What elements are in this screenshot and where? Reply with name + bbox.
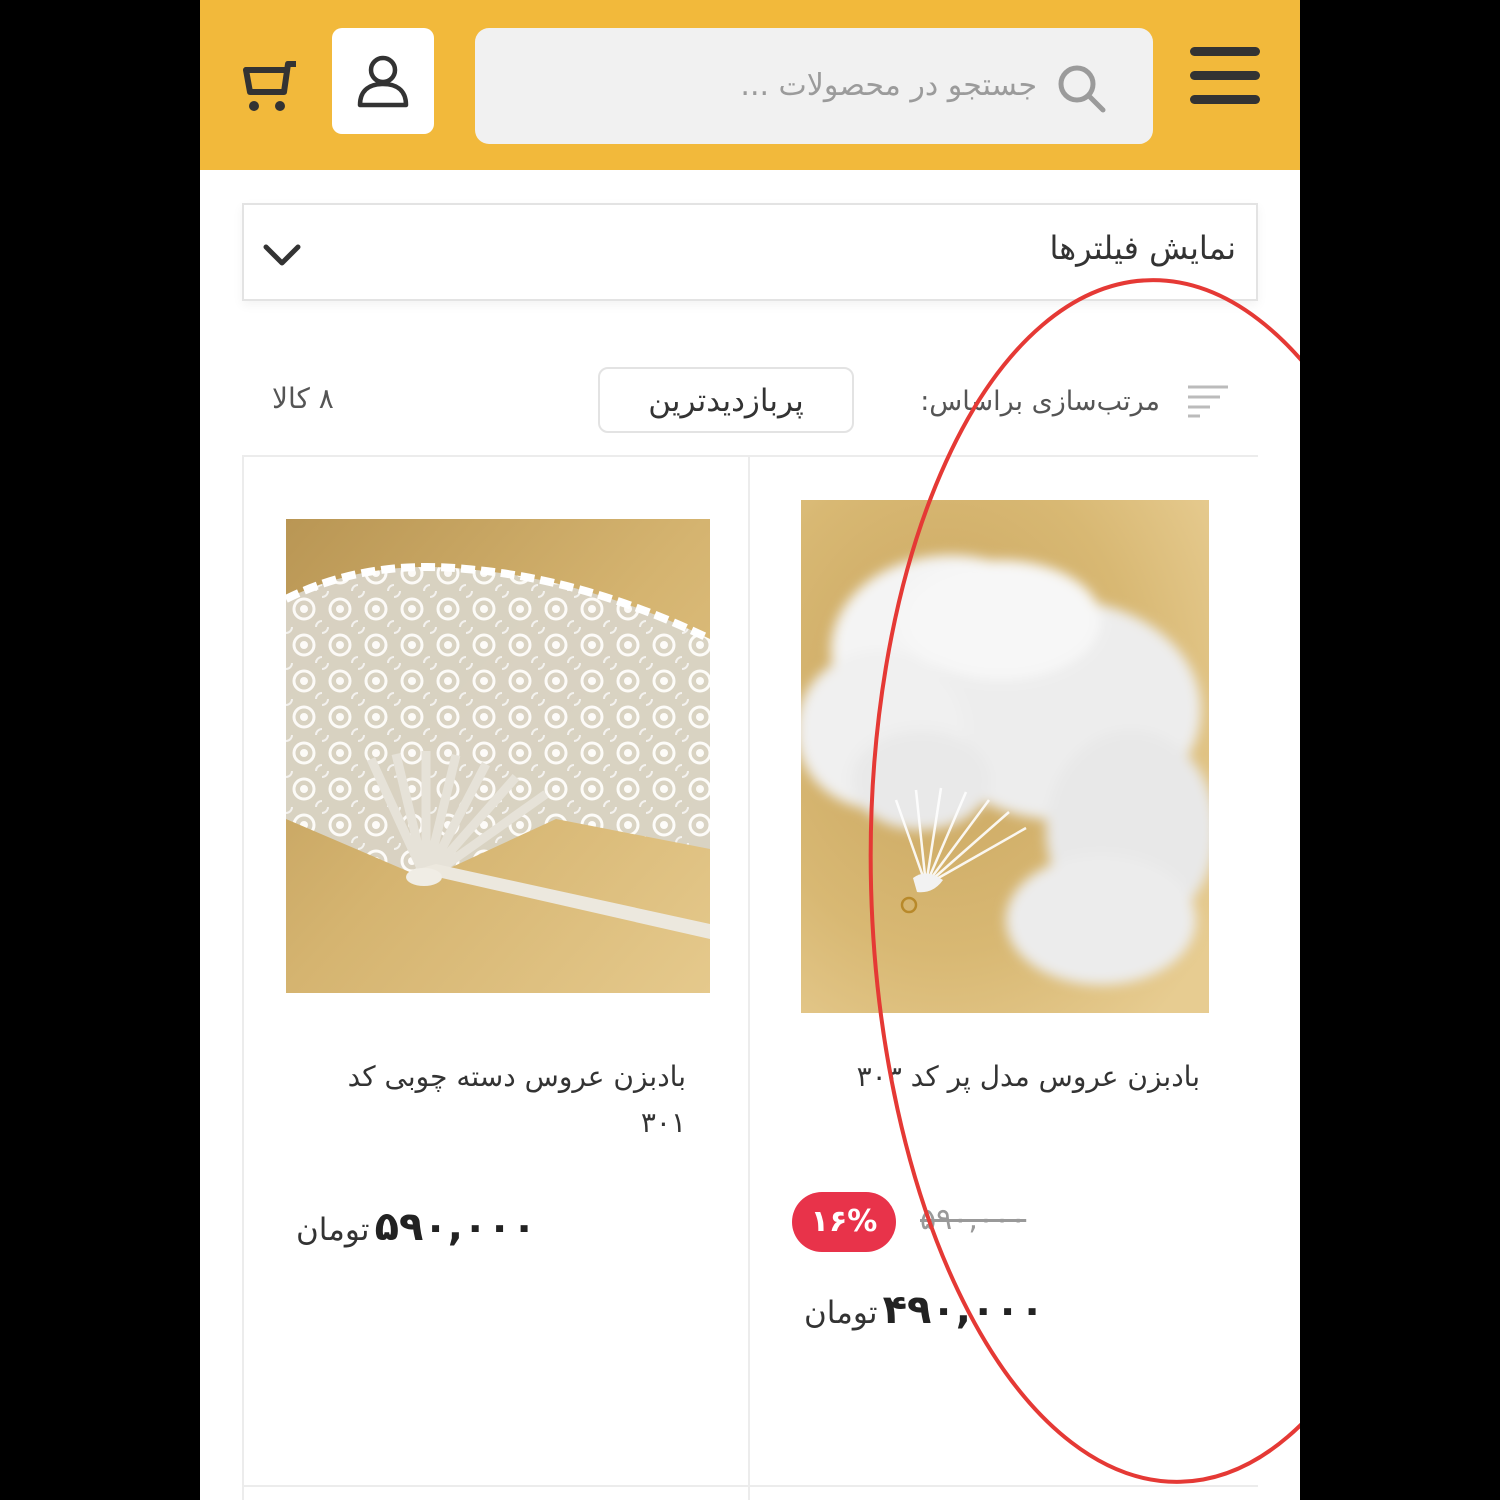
sort-label: مرتب‌سازی براساس: (920, 386, 1160, 417)
product-title[interactable]: بادبزن عروس دسته چوبی کد ۳۰۱ (306, 1054, 686, 1146)
product-title[interactable]: بادبزن عروس مدل پر کد ۳۰۳ (810, 1054, 1200, 1100)
item-count: ۸ کالا (272, 382, 334, 415)
chevron-down-icon (263, 244, 301, 266)
cart-icon[interactable] (240, 58, 300, 114)
user-account-button[interactable] (332, 28, 434, 134)
price-value: ۵۹۰,۰۰۰ (374, 1204, 537, 1250)
show-filters-toggle[interactable]: نمایش فیلترها (242, 203, 1258, 301)
mobile-screen: جستجو در محصولات ... نمایش فیلترها مرتب‌… (200, 0, 1300, 1500)
product-image-lace-fan[interactable] (286, 519, 710, 993)
user-icon (357, 55, 409, 108)
product-card[interactable]: بادبزن عروس دسته چوبی کد ۳۰۱ ۵۹۰,۰۰۰ توم… (242, 457, 750, 1500)
top-header: جستجو در محصولات ... (200, 0, 1300, 170)
product-grid: بادبزن عروس مدل پر کد ۳۰۳ ۵۹۰,۰۰۰ ۱۶% ۴۹… (242, 455, 1258, 1500)
grid-divider (242, 1485, 1258, 1487)
filters-label: نمایش فیلترها (1049, 229, 1236, 267)
sort-dropdown[interactable]: پربازدیدترین (598, 367, 854, 433)
sort-icon[interactable] (1186, 383, 1230, 419)
price-currency: تومان (296, 1212, 370, 1248)
product-image-feather-fan[interactable] (801, 500, 1209, 1013)
sort-selected-value: پربازدیدترین (648, 383, 804, 419)
price-value: ۴۹۰,۰۰۰ (882, 1287, 1045, 1333)
price-currency: تومان (804, 1295, 878, 1331)
price-row: ۴۹۰,۰۰۰ تومان (794, 1287, 1044, 1333)
price-row: ۵۹۰,۰۰۰ تومان (286, 1204, 536, 1250)
product-card[interactable]: بادبزن عروس مدل پر کد ۳۰۳ ۵۹۰,۰۰۰ ۱۶% ۴۹… (750, 457, 1258, 1500)
old-price: ۵۹۰,۰۰۰ (920, 1202, 1027, 1237)
search-icon (1058, 65, 1106, 113)
discount-badge: ۱۶% (792, 1192, 896, 1252)
search-input[interactable]: جستجو در محصولات ... (475, 28, 1153, 144)
search-placeholder: جستجو در محصولات ... (740, 68, 1037, 103)
hamburger-menu-icon[interactable] (1190, 44, 1262, 108)
